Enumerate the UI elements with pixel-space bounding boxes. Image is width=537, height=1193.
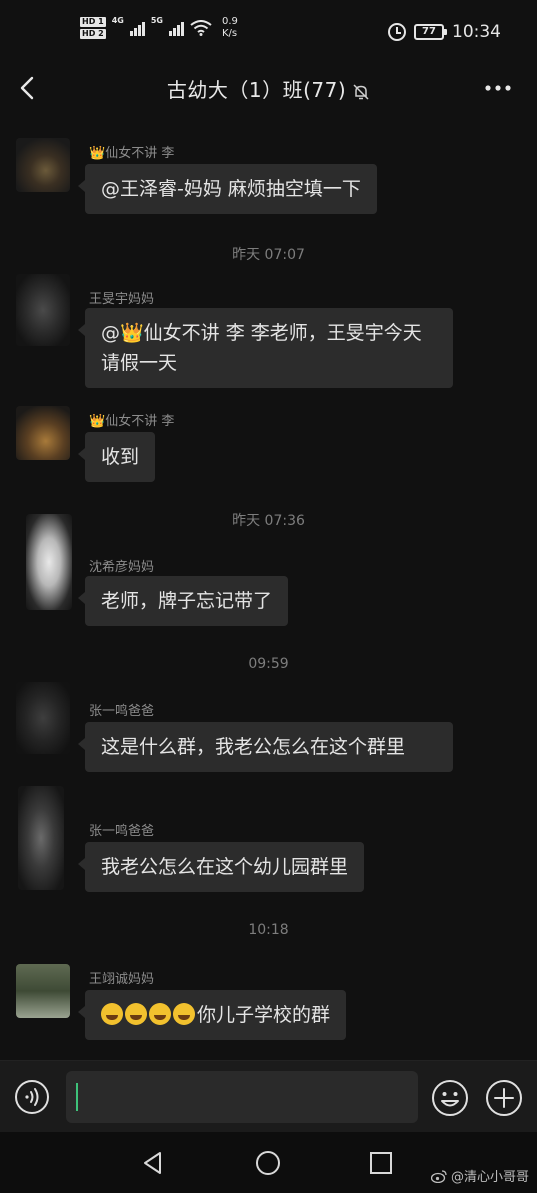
laugh-cry-emoji-icon (101, 1003, 123, 1025)
status-right: 77 10:34 (388, 22, 501, 42)
message-input[interactable] (66, 1071, 418, 1123)
laugh-cry-emoji-icon (125, 1003, 147, 1025)
timestamp: 09:59 (248, 656, 289, 672)
message-list[interactable]: 👑仙女不讲 李 @王泽睿-妈妈 麻烦抽空填一下 昨天 07:07 王旻宇妈妈 @… (0, 118, 537, 1060)
sender-name: 王翊诚妈妈 (89, 972, 155, 987)
network-5g-label: 5G (150, 16, 163, 25)
watermark: @清心小哥哥 (430, 1166, 529, 1185)
nav-home-icon[interactable] (255, 1150, 281, 1176)
signal-icon (168, 20, 184, 36)
timestamp: 昨天 07:07 (232, 247, 305, 263)
message-bubble[interactable]: 我老公怎么在这个幼儿园群里 (77, 842, 365, 892)
sender-name: 沈希彦妈妈 (89, 560, 155, 575)
crown-icon: 👑 (89, 414, 106, 429)
avatar[interactable] (18, 786, 64, 890)
timestamp: 10:18 (248, 922, 289, 938)
timestamp: 昨天 07:36 (232, 513, 305, 529)
avatar[interactable] (16, 964, 70, 1018)
wifi-icon (190, 20, 212, 36)
avatar[interactable] (26, 514, 72, 610)
laugh-cry-emoji-icon (173, 1003, 195, 1025)
avatar[interactable] (16, 138, 70, 192)
signal-icon (129, 20, 145, 36)
alarm-icon (388, 23, 406, 41)
chat-title-row: 古幼大（1）班(77) (0, 74, 537, 103)
sender-name: 👑仙女不讲 李 (89, 142, 174, 161)
hd2-badge: HD 2 (80, 29, 106, 39)
chat-header: 古幼大（1）班(77) (0, 62, 537, 116)
message-text: 你儿子学校的群 (197, 1004, 331, 1026)
message-bubble[interactable]: 你儿子学校的群 (77, 990, 347, 1040)
sender-label: 仙女不讲 李 (105, 414, 175, 429)
avatar[interactable] (16, 274, 70, 346)
chat-title: 古幼大（1）班(77) (166, 78, 347, 102)
hd1-badge: HD 1 (80, 17, 106, 27)
weibo-logo-icon (430, 1169, 447, 1183)
sender-name: 张一鸣爸爸 (89, 704, 155, 719)
laugh-cry-emoji-icon (149, 1003, 171, 1025)
avatar[interactable] (16, 682, 70, 754)
watermark-text: @清心小哥哥 (450, 1170, 529, 1185)
message-bubble[interactable]: @王泽睿-妈妈 麻烦抽空填一下 (78, 164, 377, 214)
sender-name: 👑仙女不讲 李 (89, 410, 174, 429)
crown-icon: 👑 (120, 322, 144, 344)
speed-value: 0.9 (221, 16, 238, 27)
speed-unit: K/s (221, 28, 238, 39)
nav-back-icon[interactable] (140, 1150, 166, 1176)
more-dots-icon[interactable] (483, 78, 513, 98)
text-caret (76, 1083, 78, 1111)
plus-icon[interactable] (485, 1079, 523, 1117)
message-text: 仙女不讲 李 李老师，王旻宇今天请假一天 (101, 322, 422, 374)
status-left: HD 1 HD 2 4G 5G 0.9 K/s (80, 16, 238, 40)
voice-icon[interactable] (14, 1079, 50, 1115)
sender-name: 张一鸣爸爸 (89, 824, 155, 839)
network-speed: 0.9 K/s (222, 16, 238, 40)
avatar[interactable] (16, 406, 70, 460)
system-nav-bar: @清心小哥哥 (0, 1132, 537, 1193)
sender-label: 仙女不讲 李 (105, 146, 175, 161)
battery-icon: 77 (414, 24, 447, 40)
network-4g-label: 4G (111, 16, 124, 25)
message-bubble[interactable]: 老师，牌子忘记带了 (77, 576, 289, 626)
sender-name: 王旻宇妈妈 (89, 292, 155, 307)
mention-prefix: @ (101, 322, 120, 344)
message-bubble[interactable]: @👑仙女不讲 李 李老师，王旻宇今天请假一天 (78, 308, 453, 388)
nav-recents-icon[interactable] (369, 1151, 393, 1175)
status-bar: HD 1 HD 2 4G 5G 0.9 K/s 77 10:34 (0, 0, 537, 62)
emoji-icon[interactable] (431, 1079, 469, 1117)
message-bubble[interactable]: 这是什么群，我老公怎么在这个群里 (78, 722, 453, 772)
input-bar (0, 1060, 537, 1132)
message-bubble[interactable]: 收到 (77, 432, 156, 482)
hd-indicators: HD 1 HD 2 (80, 17, 106, 39)
status-time: 10:34 (452, 22, 501, 42)
crown-icon: 👑 (89, 146, 106, 161)
bell-muted-icon (353, 83, 369, 100)
